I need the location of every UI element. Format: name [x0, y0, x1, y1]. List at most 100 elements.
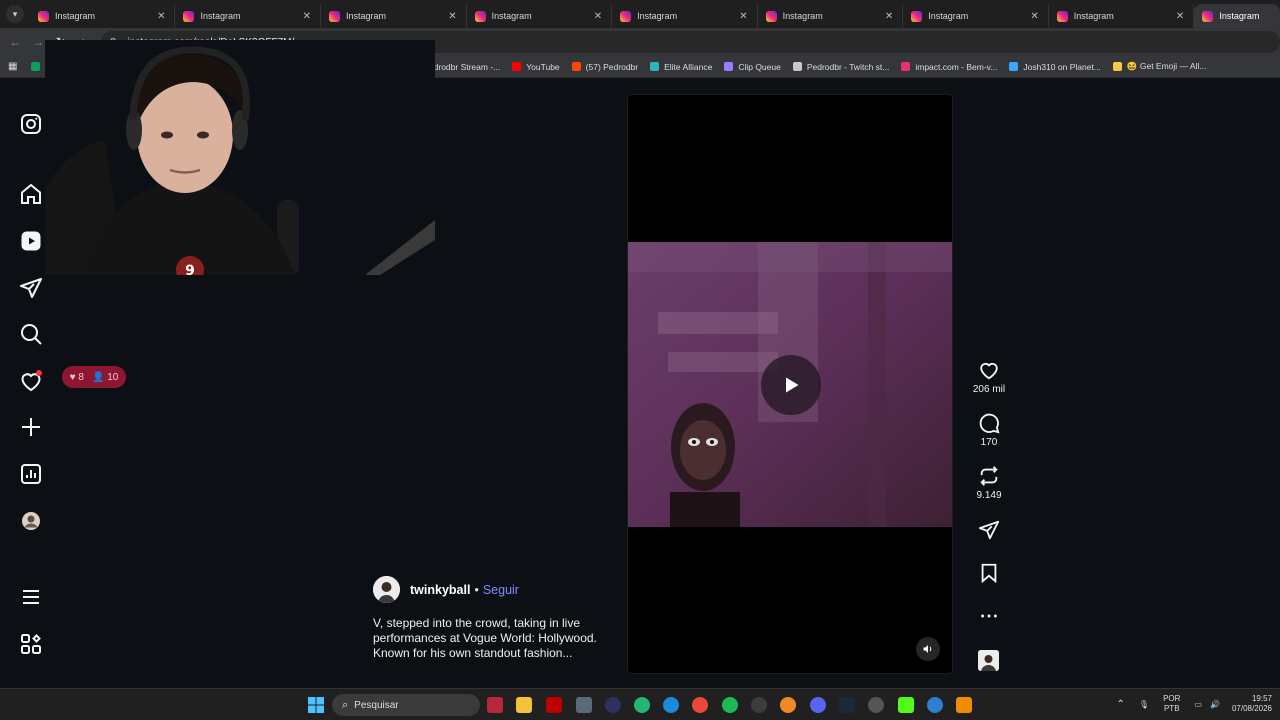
app-icon[interactable] [927, 697, 943, 713]
instagram-favicon-icon [474, 10, 486, 22]
vlc-icon[interactable] [956, 697, 972, 713]
tab-close-icon[interactable]: ✕ [594, 11, 602, 22]
tab-close-icon[interactable]: ✕ [1176, 11, 1184, 22]
instagram-favicon-icon [911, 10, 923, 22]
browser-tab[interactable]: Instagram ✕ [1049, 4, 1195, 28]
also-from-meta-icon[interactable] [19, 632, 43, 656]
share-action[interactable] [968, 519, 1010, 541]
streamer-webcam-overlay: 9 [45, 40, 435, 275]
bookmark-favicon-icon [31, 62, 41, 71]
tab-title: Instagram [637, 11, 678, 21]
follows-count: 10 [107, 371, 119, 383]
tab-close-icon[interactable]: ✕ [885, 11, 893, 22]
follow-button[interactable]: Seguir [483, 583, 519, 597]
audio-track-thumbnail[interactable] [978, 650, 999, 671]
tab-search-button[interactable]: ▾ [6, 5, 24, 23]
clock[interactable]: 19:57 07/08/2026 [1232, 694, 1272, 714]
bookmark-label: (57) Pedrodbr [585, 61, 639, 72]
tray-chevron-icon[interactable]: ⌃ [1117, 699, 1125, 710]
bookmark-item[interactable]: YouTube [512, 61, 560, 72]
app-icon[interactable] [751, 697, 767, 713]
instagram-favicon-icon [1202, 10, 1214, 22]
soundcloud-icon[interactable] [780, 697, 796, 713]
tab-close-icon[interactable]: ✕ [1030, 11, 1038, 22]
tab-close-icon[interactable]: ✕ [303, 11, 311, 22]
bookmark-label: Clip Queue [738, 61, 781, 72]
audio-toggle-button[interactable] [916, 637, 940, 661]
volume-icon[interactable]: 🔊 [1210, 700, 1220, 709]
svg-text:9: 9 [185, 263, 195, 275]
tab-title: Instagram [1073, 11, 1114, 21]
kick-icon[interactable] [898, 697, 914, 713]
dashboard-icon[interactable] [19, 462, 43, 486]
bookmark-label: impact.com - Bem-v... [915, 61, 998, 72]
bookmark-item[interactable]: Elite Alliance [650, 62, 712, 72]
notification-summary-pill[interactable]: ♥ 8 👤 10 [62, 366, 126, 388]
like-action[interactable]: 206 mil [968, 359, 1010, 395]
instagram-logo-icon[interactable] [19, 112, 43, 136]
comment-action[interactable]: 170 [968, 412, 1010, 448]
bookmark-item[interactable]: Josh310 on Planet... [1009, 62, 1101, 72]
browser-tab-active[interactable]: Instagram [1194, 4, 1280, 28]
taskbar-search[interactable]: ⌕ Pesquisar [332, 694, 480, 716]
home-icon[interactable] [19, 182, 43, 206]
browser-tab-strip: ▾ Instagram ✕ Instagram ✕ Instagram ✕ Insta… [0, 0, 1280, 28]
bookmark-item[interactable]: Pedrodbr - Twitch st... [792, 62, 889, 72]
browser-tab[interactable]: Instagram ✕ [467, 4, 613, 28]
bookmark-item[interactable]: Clip Queue [724, 62, 781, 72]
browser-tab[interactable]: Instagram ✕ [612, 4, 758, 28]
tab-title: Instagram [346, 11, 387, 21]
tab-close-icon[interactable]: ✕ [157, 11, 165, 22]
notifications-heart-icon[interactable] [19, 369, 43, 393]
language-indicator[interactable]: POR PTB [1163, 694, 1180, 714]
back-icon[interactable]: ← [4, 35, 27, 49]
search-icon: ⌕ [342, 698, 349, 711]
reels-icon[interactable] [19, 229, 43, 253]
bookmark-favicon-icon [571, 62, 581, 71]
tab-close-icon[interactable]: ✕ [739, 11, 747, 22]
obs-icon[interactable] [605, 697, 621, 713]
author-avatar[interactable] [373, 576, 400, 603]
microphone-icon[interactable]: 🎙 [1139, 700, 1149, 709]
more-menu-icon[interactable] [19, 585, 43, 609]
filezilla-icon[interactable] [546, 697, 562, 713]
messages-icon[interactable] [19, 276, 43, 300]
bookmark-label: YouTube [526, 61, 560, 72]
chat-app-icon[interactable] [634, 697, 650, 713]
author-username[interactable]: twinkyball [410, 583, 470, 597]
profile-avatar[interactable] [19, 509, 43, 533]
spotify-icon[interactable] [722, 697, 738, 713]
taskbar-search-placeholder: Pesquisar [354, 699, 399, 711]
browser-tab[interactable]: Instagram ✕ [30, 4, 176, 28]
heart-icon: ♥ [69, 371, 76, 383]
network-icon[interactable]: ▭ [1194, 700, 1202, 709]
search-icon[interactable] [19, 322, 43, 346]
repost-action[interactable]: 9.149 [968, 465, 1010, 501]
browser-tab[interactable]: Instagram ✕ [758, 4, 904, 28]
apps-grid-icon[interactable]: ▦ [8, 61, 17, 72]
news-app-icon[interactable] [487, 697, 503, 713]
browser-tab[interactable]: Instagram ✕ [175, 4, 322, 28]
more-options-action[interactable] [968, 605, 1010, 627]
reel-video-player[interactable] [627, 94, 953, 674]
app-icon[interactable] [868, 697, 884, 713]
steam-icon[interactable] [839, 697, 855, 713]
discord-icon[interactable] [810, 697, 826, 713]
browser-tab[interactable]: Instagram ✕ [903, 4, 1049, 28]
windows-start-icon[interactable] [308, 697, 324, 713]
chrome-icon[interactable] [692, 697, 708, 713]
play-button[interactable] [761, 355, 821, 415]
create-plus-icon[interactable] [19, 415, 43, 439]
tool-app-icon[interactable] [576, 697, 592, 713]
bookmark-item[interactable]: (57) Pedrodbr [571, 61, 639, 72]
tab-close-icon[interactable]: ✕ [448, 11, 456, 22]
bookmark-label: 😆 Get Emoji — All... [1126, 61, 1207, 71]
post-caption[interactable]: V, stepped into the crowd, taking in liv… [373, 616, 613, 661]
reposts-count: 9.149 [976, 490, 1002, 501]
edge-icon[interactable] [663, 697, 679, 713]
bookmark-item[interactable]: impact.com - Bem-v... [901, 62, 997, 72]
file-explorer-icon[interactable] [516, 697, 532, 713]
save-action[interactable] [968, 562, 1010, 584]
browser-tab[interactable]: Instagram ✕ [321, 4, 467, 28]
bookmark-item[interactable]: 😆 Get Emoji — All... [1112, 61, 1207, 72]
